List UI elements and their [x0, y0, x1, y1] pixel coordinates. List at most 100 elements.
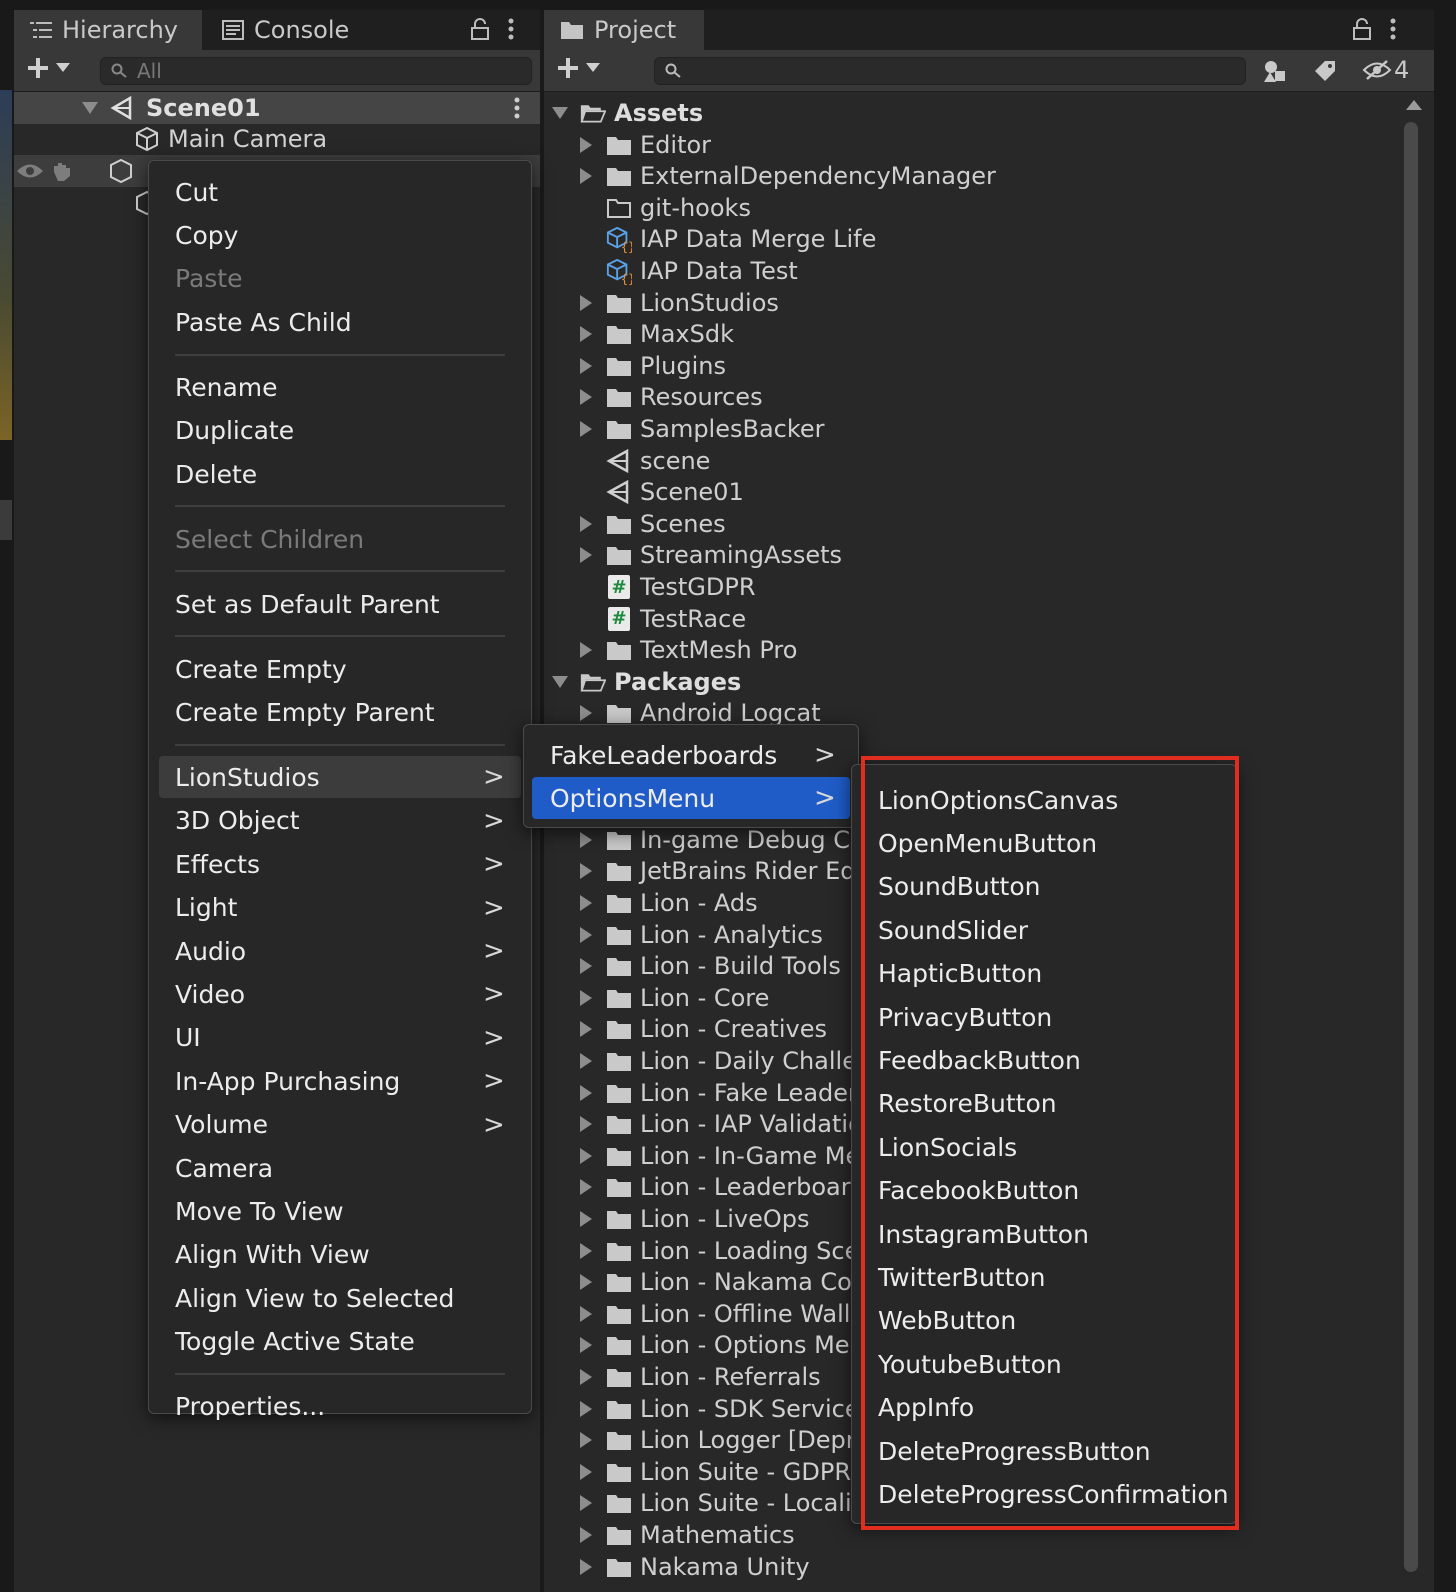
hierarchy-item-main-camera[interactable]: Main Camera	[14, 123, 540, 155]
create-dropdown[interactable]	[26, 56, 70, 80]
expand-arrow-icon[interactable]	[580, 1021, 592, 1038]
expand-arrow-icon[interactable]	[580, 1369, 592, 1385]
scroll-up-arrow[interactable]	[1406, 100, 1422, 110]
tree-item-package[interactable]: Lion - Daily Challer	[580, 1046, 867, 1076]
tree-item-asset[interactable]: git-hooks	[580, 193, 751, 223]
tree-item-asset[interactable]: StreamingAssets	[580, 540, 842, 570]
tree-item-packages[interactable]: Packages	[552, 667, 741, 697]
expand-arrow-icon[interactable]	[580, 1147, 592, 1164]
tree-item-package[interactable]: Lion - Nakama Cor	[580, 1267, 862, 1297]
expand-arrow-icon[interactable]	[580, 294, 592, 311]
tree-item-package[interactable]: Lion - Ads	[580, 888, 758, 918]
menu-item-3d-object[interactable]: 3D Object >	[175, 800, 515, 842]
menu-item-light[interactable]: Light >	[175, 887, 515, 929]
submenu-item-optionsmenu[interactable]: OptionsMenu >	[550, 777, 840, 819]
menu-item-delete[interactable]: Delete	[175, 453, 515, 495]
menu-item-audio[interactable]: Audio >	[175, 930, 515, 972]
menu-item-ui[interactable]: UI >	[175, 1017, 515, 1059]
expand-arrow-icon[interactable]	[580, 1432, 592, 1449]
tree-item-assets[interactable]: Assets	[552, 98, 703, 128]
tree-item-asset[interactable]: MaxSdk	[580, 319, 734, 349]
menu-item-lionstudios[interactable]: LionStudios >	[175, 756, 515, 798]
project-search-input[interactable]	[654, 57, 1246, 85]
tree-item-asset[interactable]: SamplesBacker	[580, 414, 825, 444]
menu-item-cut[interactable]: Cut	[175, 171, 515, 213]
expand-arrow-icon[interactable]	[580, 1400, 592, 1417]
expand-arrow-icon[interactable]	[580, 705, 592, 722]
tree-item-package[interactable]: Nakama Unity	[580, 1552, 810, 1582]
tab-hierarchy[interactable]: Hierarchy	[14, 10, 202, 50]
expand-arrow-icon[interactable]	[580, 421, 592, 437]
expand-arrow-icon[interactable]	[580, 1558, 592, 1575]
expand-arrow-icon[interactable]	[580, 1242, 592, 1259]
menu-item-in-app-purchasing[interactable]: In-App Purchasing >	[175, 1060, 515, 1102]
expand-arrow-icon[interactable]	[580, 1463, 592, 1480]
tree-item-package[interactable]: Lion - Creatives	[580, 1014, 827, 1044]
menu-item-rename[interactable]: Rename	[175, 366, 515, 408]
hierarchy-search-input[interactable]: All	[100, 57, 532, 85]
tree-item-package[interactable]: Lion - IAP Validatio	[580, 1109, 863, 1139]
expand-arrow-icon[interactable]	[580, 1211, 592, 1227]
expand-arrow-icon[interactable]	[580, 1053, 592, 1069]
tree-item-package[interactable]: In-game Debug Co	[580, 825, 865, 855]
tree-item-asset[interactable]: ExternalDependencyManager	[580, 161, 996, 191]
tree-item-asset[interactable]: scene	[580, 446, 710, 476]
expand-arrow-icon[interactable]	[580, 895, 592, 911]
expand-arrow-icon[interactable]	[580, 1527, 592, 1543]
tree-item-package[interactable]: Lion Suite - GDPR	[580, 1457, 851, 1487]
expand-arrow-icon[interactable]	[580, 863, 592, 880]
menu-item-duplicate[interactable]: Duplicate	[175, 410, 515, 452]
menu-item-move-to-view[interactable]: Move To View	[175, 1190, 515, 1232]
expand-arrow-icon[interactable]	[580, 926, 592, 943]
lock-icon[interactable]	[1352, 18, 1372, 40]
expand-arrow-icon[interactable]	[580, 1274, 592, 1291]
menu-item-create-empty[interactable]: Create Empty	[175, 648, 515, 690]
expand-arrow-icon[interactable]	[580, 389, 592, 406]
collapse-arrow-icon[interactable]	[552, 675, 568, 688]
tree-item-asset[interactable]: {} IAP Data Merge Life	[580, 224, 876, 254]
tab-project[interactable]: Project	[544, 10, 704, 50]
tree-item-package[interactable]: Lion - In-Game Me	[580, 1141, 860, 1171]
expand-arrow-icon[interactable]	[580, 1084, 592, 1101]
create-asset-dropdown[interactable]	[556, 56, 600, 80]
scene-row[interactable]: Scene01	[14, 92, 540, 124]
tree-item-package[interactable]: Lion - Build Tools	[580, 951, 841, 981]
expand-arrow-icon[interactable]	[580, 958, 592, 975]
menu-item-copy[interactable]: Copy	[175, 214, 515, 256]
expand-arrow-icon[interactable]	[580, 547, 592, 564]
label-tag-icon[interactable]	[1312, 58, 1338, 84]
more-vert-icon[interactable]	[514, 97, 520, 119]
tree-item-package[interactable]: Lion - Fake Leader	[580, 1078, 858, 1108]
tree-item-asset[interactable]: Editor	[580, 130, 711, 160]
expand-arrow-icon[interactable]	[580, 989, 592, 1006]
tree-item-package[interactable]: JetBrains Rider Edi	[580, 856, 862, 886]
tree-item-asset[interactable]: LionStudios	[580, 288, 779, 318]
tree-item-package[interactable]: Lion Logger [Depre	[580, 1425, 870, 1455]
tree-item-asset[interactable]: Resources	[580, 382, 763, 412]
expand-arrow-icon[interactable]	[580, 831, 592, 848]
expand-arrow-icon[interactable]	[580, 326, 592, 343]
more-vert-icon[interactable]	[508, 18, 514, 40]
expand-arrow-icon[interactable]	[580, 136, 592, 153]
menu-item-toggle-active-state[interactable]: Toggle Active State	[175, 1321, 515, 1363]
menu-item-set-as-default-parent[interactable]: Set as Default Parent	[175, 583, 515, 625]
tree-item-package[interactable]: Lion - Analytics	[580, 920, 823, 950]
project-scrollbar[interactable]	[1404, 122, 1418, 1572]
visibility-eye-icon[interactable]	[16, 162, 44, 180]
more-vert-icon[interactable]	[1390, 18, 1396, 40]
hidden-packages-toggle[interactable]: 4	[1362, 56, 1409, 84]
expand-arrow-icon[interactable]	[580, 1179, 592, 1196]
tree-item-asset[interactable]: # TestGDPR	[580, 572, 756, 602]
menu-item-align-view-to-selected[interactable]: Align View to Selected	[175, 1277, 515, 1319]
expand-arrow-icon[interactable]	[580, 1305, 592, 1322]
menu-item-volume[interactable]: Volume >	[175, 1104, 515, 1146]
tree-item-package[interactable]: Lion - Offline Wall	[580, 1299, 850, 1329]
expand-arrow-icon[interactable]	[580, 642, 592, 659]
expand-arrow-icon[interactable]	[580, 1337, 592, 1354]
tree-item-package[interactable]: Lion - Core	[580, 983, 769, 1013]
collapse-arrow-icon[interactable]	[552, 107, 568, 119]
pickable-hand-icon[interactable]	[50, 160, 74, 182]
expand-arrow-icon[interactable]	[580, 515, 592, 532]
tree-item-asset[interactable]: {} IAP Data Test	[580, 256, 798, 286]
lock-icon[interactable]	[470, 18, 490, 40]
